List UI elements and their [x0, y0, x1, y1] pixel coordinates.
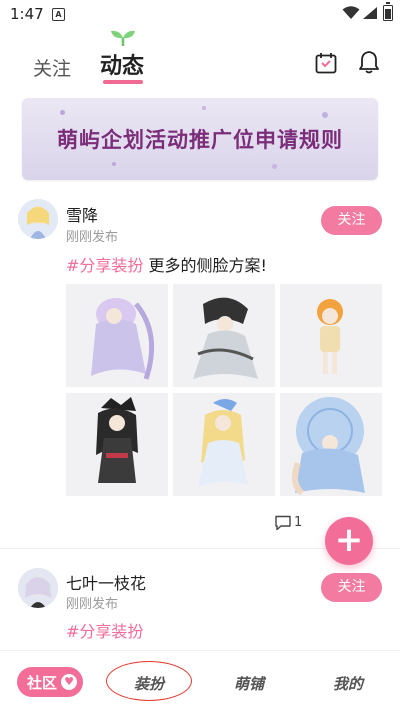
post-image[interactable]: [173, 284, 275, 387]
nav-shop[interactable]: 萌铺: [234, 673, 264, 694]
post-time: 刚刚发布: [66, 597, 119, 612]
promo-banner[interactable]: 萌屿企划活动推广位申请规则: [22, 98, 378, 180]
sprout-icon: [111, 30, 135, 46]
post-image[interactable]: [280, 284, 382, 387]
post-content: #分享装扮 更多的侧脸方案!: [66, 252, 267, 276]
nav-community[interactable]: 社区 ♥: [17, 667, 83, 697]
banner-decoration: [60, 110, 65, 115]
plus-icon: +: [334, 520, 364, 560]
image-grid: [66, 284, 382, 496]
calendar-icon[interactable]: [315, 52, 337, 74]
nav-me[interactable]: 我的: [333, 673, 363, 694]
follow-button[interactable]: 关注: [321, 206, 382, 235]
hashtag-link[interactable]: #分享装扮: [66, 622, 143, 641]
post-image[interactable]: [66, 284, 168, 387]
post-username[interactable]: 雪降: [66, 202, 98, 226]
banner-decoration: [112, 162, 116, 166]
post-time: 刚刚发布: [66, 230, 119, 245]
post-username[interactable]: 七叶一枝花: [66, 570, 146, 594]
outfit-image: [198, 399, 248, 487]
active-tab-indicator: [103, 80, 143, 84]
bell-icon[interactable]: [358, 50, 380, 74]
outfit-image: [193, 297, 258, 379]
hashtag-link[interactable]: #分享装扮: [66, 256, 143, 275]
signal-icon: [363, 7, 377, 19]
nav-community-label: 社区: [27, 674, 58, 692]
avatar-image: [18, 199, 58, 239]
comment-icon[interactable]: [274, 515, 292, 531]
tab-dongtai[interactable]: 动态: [100, 48, 144, 80]
wifi-icon: [342, 6, 360, 19]
notification-icon: A: [52, 8, 65, 21]
avatar[interactable]: [18, 568, 58, 608]
battery-icon: [383, 2, 393, 21]
bottom-nav: 社区 ♥ 装扮 萌铺 我的: [0, 650, 400, 713]
avatar[interactable]: [18, 199, 58, 239]
heart-icon: ♥: [61, 674, 77, 690]
outfit-image: [96, 397, 138, 483]
outfit-image: [291, 397, 365, 496]
post-text: 更多的侧脸方案!: [143, 256, 267, 275]
outfit-image: [91, 298, 155, 380]
create-post-button[interactable]: +: [325, 517, 373, 565]
post-image[interactable]: [66, 393, 168, 496]
annotation-circle: [106, 661, 192, 701]
banner-decoration: [272, 164, 277, 169]
status-time: 1:47: [10, 5, 44, 23]
post-image[interactable]: [280, 393, 382, 496]
post-content: #分享装扮: [66, 618, 143, 642]
outfit-image: [317, 299, 343, 374]
banner-decoration: [202, 106, 206, 110]
status-bar: 1:47 A: [0, 0, 400, 30]
follow-button[interactable]: 关注: [321, 573, 382, 602]
banner-decoration: [322, 112, 328, 118]
comment-count: 1: [294, 515, 303, 530]
avatar-image: [18, 568, 58, 608]
post-image[interactable]: [173, 393, 275, 496]
tab-follow[interactable]: 关注: [33, 54, 71, 81]
banner-title: 萌屿企划活动推广位申请规则: [57, 128, 343, 152]
